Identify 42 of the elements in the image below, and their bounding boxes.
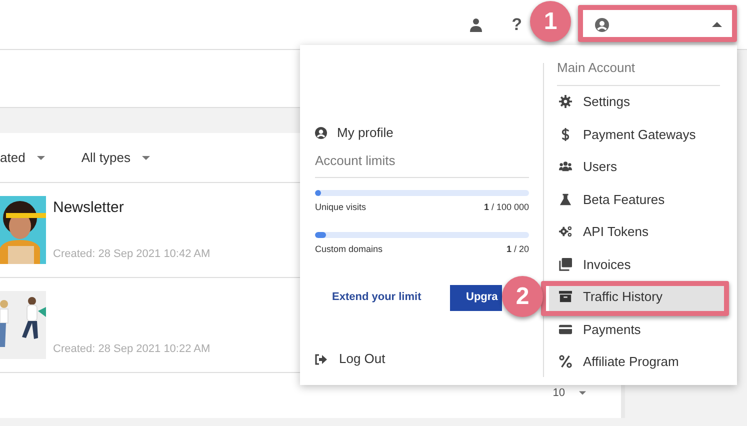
gear-icon [559, 95, 572, 108]
section-title: Main Account [557, 58, 720, 86]
dollar-icon [559, 128, 572, 141]
limit-label: Custom domains [315, 243, 383, 256]
copies-icon [559, 258, 572, 271]
caret-icon [579, 391, 586, 396]
page-size-select[interactable]: 10 [552, 385, 586, 402]
filter-dropdown[interactable]: ated [0, 148, 46, 168]
filter-dropdown[interactable]: All types [81, 148, 150, 168]
menu-item[interactable]: Payment Gateways [557, 118, 720, 150]
menu-item[interactable]: Beta Features [557, 183, 720, 216]
users-icon [559, 160, 572, 174]
percent-icon [559, 355, 572, 368]
extend-limit-button[interactable]: Extend your limit [315, 284, 438, 310]
menu-item[interactable]: Settings [557, 86, 720, 118]
created-date: Created: 28 Sep 2021 10:22 AM [53, 342, 210, 356]
archive-box-icon [559, 290, 572, 304]
limit-reading: 1 / 100 000 [484, 200, 529, 214]
upgrade-button[interactable]: Upgra [450, 284, 502, 310]
caret-icon [712, 22, 722, 27]
my-profile-link[interactable]: My profile [315, 119, 529, 147]
user-icon[interactable] [470, 18, 482, 32]
caret-icon [142, 156, 150, 160]
limit-reading: 1 / 20 [506, 243, 529, 256]
flask-icon [559, 192, 572, 206]
avatar-icon [595, 18, 609, 32]
menu-item[interactable]: API Tokens [557, 216, 720, 248]
caret-icon [37, 156, 46, 160]
logout-icon [315, 354, 327, 364]
menu-item[interactable]: Users [557, 150, 720, 183]
limit-label: Unique visits [315, 200, 366, 214]
item-title[interactable]: Newsletter [53, 198, 210, 218]
avatar-icon [315, 127, 327, 139]
menu-item[interactable]: Payments [557, 313, 720, 346]
menu-item[interactable]: Affiliate Program [557, 346, 720, 378]
section-title: Account limits [315, 147, 529, 178]
credit-card-icon [559, 322, 572, 336]
logout-link[interactable]: Log Out [315, 345, 529, 373]
menu-item[interactable]: Invoices [557, 248, 720, 280]
created-date: Created: 28 Sep 2021 10:42 AM [53, 246, 210, 262]
gears-icon [559, 225, 572, 238]
help-icon[interactable]: ? [512, 12, 522, 38]
